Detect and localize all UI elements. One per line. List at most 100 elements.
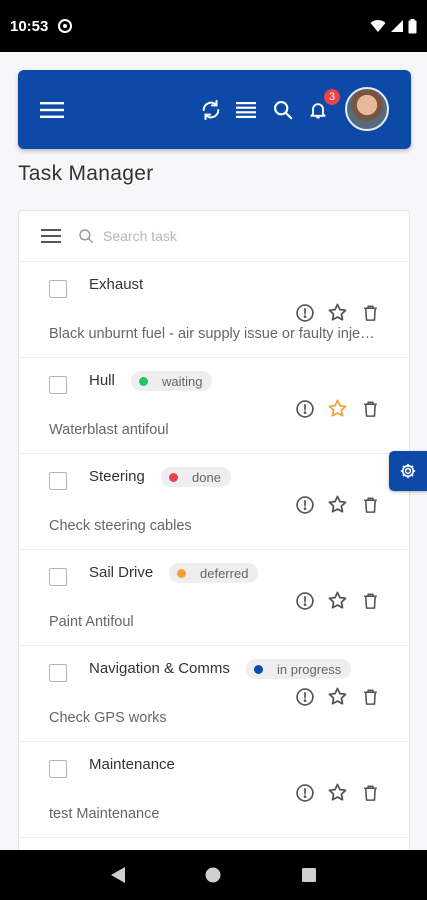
task-actions (294, 686, 381, 707)
list-icon (236, 101, 256, 118)
settings-button[interactable] (389, 451, 427, 491)
priority-button[interactable] (294, 494, 315, 515)
status-label: done (192, 469, 221, 485)
alert-circle-icon (295, 591, 314, 610)
task-checkbox[interactable] (49, 376, 67, 394)
avatar[interactable] (345, 87, 389, 131)
system-nav-bar (0, 850, 427, 900)
star-button[interactable] (327, 494, 348, 515)
priority-button[interactable] (294, 782, 315, 803)
task-row[interactable]: Sail Drive deferred Paint Antifoul (19, 550, 409, 646)
star-button[interactable] (327, 782, 348, 803)
menu-button[interactable] (38, 70, 66, 149)
home-icon (205, 867, 221, 883)
status-label: in progress (277, 661, 342, 677)
task-actions (294, 782, 381, 803)
star-icon (328, 303, 347, 321)
status-badge: in progress (246, 659, 352, 679)
task-checkbox[interactable] (49, 760, 67, 778)
star-icon (328, 687, 347, 705)
task-description: Black unburnt fuel - air supply issue or… (49, 326, 381, 342)
wifi-icon (370, 20, 386, 32)
back-button[interactable] (98, 855, 138, 895)
app-content: 3 Task Manager Exhaust Black unburnt fuel… (0, 52, 427, 850)
task-actions (294, 302, 381, 323)
star-button[interactable] (327, 398, 348, 419)
delete-button[interactable] (360, 686, 381, 707)
refresh-button[interactable] (198, 70, 224, 149)
list-view-button[interactable] (234, 70, 258, 149)
recents-button[interactable] (289, 855, 329, 895)
task-checkbox[interactable] (49, 280, 67, 298)
trash-icon (364, 784, 377, 801)
priority-button[interactable] (294, 302, 315, 323)
task-checkbox[interactable] (49, 568, 67, 586)
task-title: Hull (89, 372, 115, 389)
star-button[interactable] (327, 302, 348, 323)
task-row[interactable]: Maintenance test Maintenance (19, 742, 409, 838)
trash-icon (364, 400, 377, 417)
task-checkbox[interactable] (49, 664, 67, 682)
app-header: 3 (18, 70, 411, 149)
star-icon (328, 399, 347, 417)
task-title: Maintenance (89, 756, 175, 773)
menu-icon (41, 229, 61, 243)
trash-icon (364, 496, 377, 513)
back-icon (110, 867, 125, 883)
task-title: Navigation & Comms (89, 660, 230, 677)
task-row[interactable]: Navigation & Comms in progress Check GPS w… (19, 646, 409, 742)
app-notification-icon (58, 19, 73, 33)
refresh-icon (202, 99, 220, 120)
filter-menu-button[interactable] (41, 225, 63, 247)
delete-button[interactable] (360, 590, 381, 611)
task-list: Exhaust Black unburnt fuel - air supply i… (19, 262, 409, 838)
task-description: test Maintenance (49, 806, 160, 822)
status-icons (370, 18, 417, 34)
signal-icon (391, 20, 403, 32)
status-label: deferred (200, 565, 249, 581)
search-input[interactable] (103, 228, 363, 244)
status-time: 10:53 (10, 17, 49, 35)
task-description: Check steering cables (49, 518, 192, 534)
priority-button[interactable] (294, 686, 315, 707)
status-badge: deferred (169, 563, 259, 583)
alert-circle-icon (295, 783, 314, 802)
notifications-button[interactable] (306, 70, 330, 149)
priority-button[interactable] (294, 398, 315, 419)
task-list-card: Exhaust Black unburnt fuel - air supply i… (18, 210, 410, 850)
task-row[interactable]: Steering done Check steering cables (19, 454, 409, 550)
status-badge: waiting (131, 371, 213, 391)
task-description: Check GPS works (49, 710, 167, 726)
search-button[interactable] (270, 70, 294, 149)
task-description: Paint Antifoul (49, 614, 134, 630)
priority-button[interactable] (294, 590, 315, 611)
status-dot (139, 376, 148, 386)
recents-icon (302, 868, 317, 882)
task-row[interactable]: Exhaust Black unburnt fuel - air supply i… (19, 262, 409, 358)
trash-icon (364, 304, 377, 321)
star-icon (328, 783, 347, 801)
task-checkbox[interactable] (49, 472, 67, 490)
status-dot (169, 472, 178, 482)
delete-button[interactable] (360, 398, 381, 419)
status-dot (177, 568, 186, 578)
status-label: waiting (162, 373, 203, 389)
search-icon (273, 101, 292, 120)
star-icon (328, 591, 347, 609)
task-actions (294, 590, 381, 611)
star-button[interactable] (327, 686, 348, 707)
delete-button[interactable] (360, 494, 381, 515)
alert-circle-icon (295, 495, 314, 514)
home-button[interactable] (193, 855, 233, 895)
trash-icon (364, 688, 377, 705)
task-title: Exhaust (89, 276, 144, 293)
delete-button[interactable] (360, 302, 381, 323)
task-title: Steering (89, 468, 145, 485)
trash-icon (364, 592, 377, 609)
menu-icon (40, 101, 64, 118)
delete-button[interactable] (360, 782, 381, 803)
status-dot (254, 664, 263, 674)
alert-circle-icon (295, 687, 314, 706)
task-row[interactable]: Hull waiting Waterblast antifoul (19, 358, 409, 454)
star-button[interactable] (327, 590, 348, 611)
